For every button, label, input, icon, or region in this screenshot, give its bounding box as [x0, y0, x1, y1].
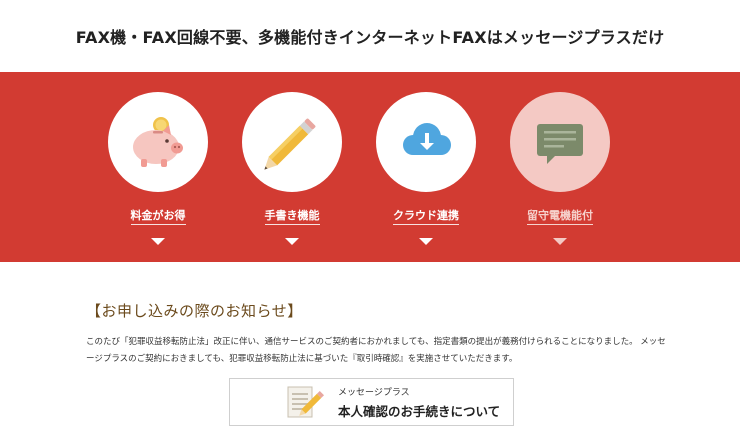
chevron-down-icon — [151, 238, 165, 245]
notice-body: このたび「犯罪収益移転防止法」改正に伴い、通信サービスのご契約者におかれましても… — [86, 337, 666, 364]
feature-price-circle[interactable] — [108, 92, 208, 192]
page-headline: FAX機・FAX回線不要、多機能付きインターネットFAXはメッセージプラスだけ — [75, 28, 665, 47]
feature-voicemail[interactable]: 留守電機能付 — [500, 92, 620, 245]
feature-voicemail-circle[interactable] — [510, 92, 610, 192]
feature-price[interactable]: 料金がお得 — [98, 92, 218, 245]
chevron-down-icon — [553, 238, 567, 245]
feature-voicemail-label[interactable]: 留守電機能付 — [527, 207, 593, 225]
notice-title: 【お申し込みの際のお知らせ】 — [86, 302, 303, 320]
cloud-download-icon — [403, 123, 451, 155]
button-subtitle: メッセージプラス — [338, 387, 410, 398]
feature-handwriting[interactable]: 手書き機能 — [232, 92, 352, 245]
feature-handwriting-circle[interactable] — [242, 92, 342, 192]
speech-bubble-icon — [537, 124, 583, 164]
identity-verification-button[interactable]: メッセージプラス 本人確認のお手続きについて — [229, 378, 514, 426]
feature-cloud-label[interactable]: クラウド連携 — [393, 207, 459, 225]
document-pencil-icon — [287, 386, 325, 418]
feature-price-label[interactable]: 料金がお得 — [130, 207, 186, 225]
feature-cloud[interactable]: クラウド連携 — [366, 92, 486, 245]
features-band: 料金がお得 手書き機能 クラウド連携 留守電機能付 — [0, 72, 740, 262]
chevron-down-icon — [285, 238, 299, 245]
feature-cloud-circle[interactable] — [376, 92, 476, 192]
pencil-icon — [264, 118, 316, 170]
feature-handwriting-label[interactable]: 手書き機能 — [264, 207, 320, 225]
button-title: 本人確認のお手続きについて — [338, 403, 501, 419]
piggy-bank-icon — [133, 117, 183, 167]
chevron-down-icon — [419, 238, 433, 245]
